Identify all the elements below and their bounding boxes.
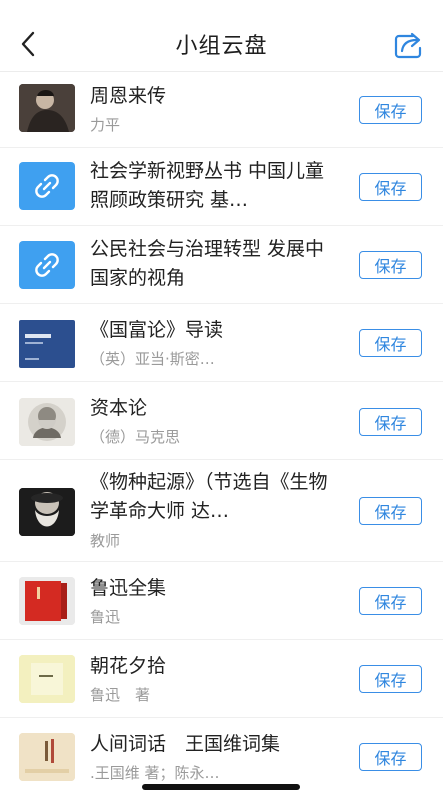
share-icon	[394, 32, 422, 59]
portrait-thumbnail	[19, 488, 75, 536]
list-item[interactable]: 《物种起源》（节选自《生物学革命大师 达… 教师 保存	[0, 460, 443, 562]
item-subtitle: （英）亚当·斯密…	[90, 350, 215, 368]
item-title: 人间词话 王国维词集	[90, 733, 281, 755]
link-icon	[35, 253, 59, 277]
item-subtitle: （德）马克思	[90, 428, 181, 446]
list-item[interactable]: 周恩来传 力平 保存	[0, 72, 443, 148]
portrait-thumbnail	[19, 398, 75, 446]
item-title: 朝花夕拾	[90, 655, 167, 677]
save-button[interactable]: 保存	[359, 173, 422, 201]
link-thumbnail	[19, 162, 75, 210]
list-item[interactable]: 《国富论》导读 （英）亚当·斯密… 保存	[0, 304, 443, 382]
save-button[interactable]: 保存	[359, 587, 422, 615]
portrait-thumbnail	[19, 84, 75, 132]
save-button[interactable]: 保存	[359, 408, 422, 436]
item-title: 资本论	[90, 397, 148, 419]
item-title: 公民社会与治理转型 发展中国家的视角	[90, 238, 325, 289]
item-title: 《国富论》导读	[90, 319, 224, 341]
book-cover-thumbnail	[19, 320, 75, 368]
list-item[interactable]: 社会学新视野丛书 中国儿童照顾政策研究 基… 保存	[0, 148, 443, 226]
save-button[interactable]: 保存	[359, 665, 422, 693]
save-button[interactable]: 保存	[359, 497, 422, 525]
item-title: 鲁迅全集	[90, 577, 167, 599]
save-button[interactable]: 保存	[359, 329, 422, 357]
item-subtitle: 教师	[90, 532, 121, 550]
item-title: 周恩来传	[90, 85, 167, 107]
link-icon	[35, 174, 59, 198]
page-title: 小组云盘	[175, 34, 268, 59]
book-cover-thumbnail	[19, 577, 75, 625]
share-button[interactable]	[393, 30, 425, 60]
save-button[interactable]: 保存	[359, 96, 422, 124]
file-list: 周恩来传 力平 保存 社会学新视野丛书 中国儿童照顾政策研究 基… 保存 公民社…	[0, 72, 443, 796]
save-button[interactable]: 保存	[359, 743, 422, 771]
item-title: 《物种起源》（节选自《生物学革命大师 达…	[90, 471, 328, 522]
book-cover-thumbnail	[19, 733, 75, 781]
item-subtitle: 力平	[90, 116, 121, 134]
nav-bar: 小组云盘	[0, 0, 443, 72]
item-subtitle: .王国维 著；陈永…	[90, 764, 220, 782]
book-cover-thumbnail	[19, 655, 75, 703]
link-thumbnail	[19, 241, 75, 289]
item-subtitle: 鲁迅 著	[90, 686, 151, 704]
item-subtitle: 鲁迅	[90, 608, 121, 626]
save-button[interactable]: 保存	[359, 251, 422, 279]
list-item[interactable]: 朝花夕拾 鲁迅 著 保存	[0, 640, 443, 718]
list-item[interactable]: 鲁迅全集 鲁迅 保存	[0, 562, 443, 640]
home-indicator	[142, 784, 300, 790]
list-item[interactable]: 资本论 （德）马克思 保存	[0, 382, 443, 460]
list-item[interactable]: 公民社会与治理转型 发展中国家的视角 保存	[0, 226, 443, 304]
item-title: 社会学新视野丛书 中国儿童照顾政策研究 基…	[90, 160, 325, 211]
